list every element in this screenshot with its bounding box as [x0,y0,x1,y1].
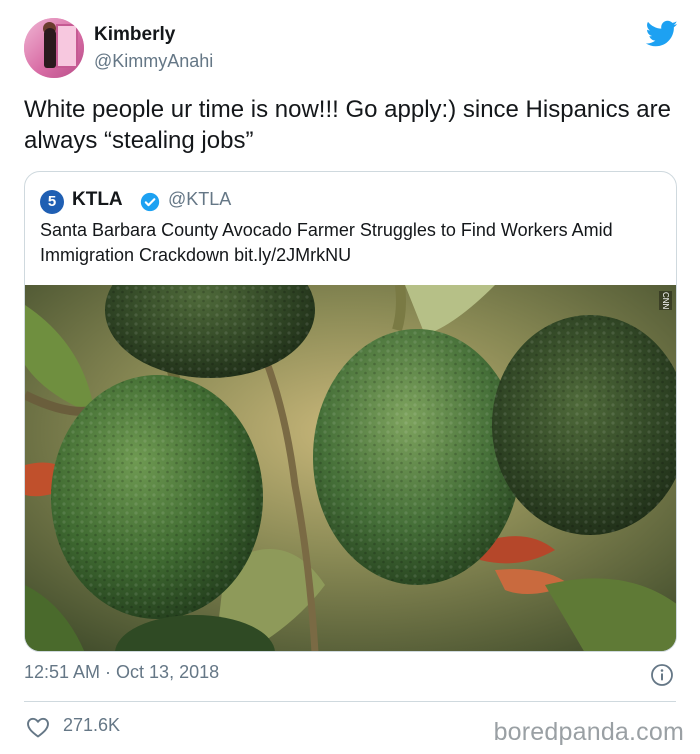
verified-badge-icon [140,192,160,212]
tweet-card: Kimberly @KimmyAnahi White people ur tim… [0,0,700,754]
quoted-tweet-text: Santa Barbara County Avocado Farmer Stru… [40,220,613,265]
avatar[interactable] [24,18,84,78]
tweet-timestamp[interactable]: 12:51 AM · Oct 13, 2018 [24,662,219,683]
info-icon[interactable] [650,663,674,687]
quoted-tweet-header: 5 KTLA @KTLA [40,188,640,214]
like-count[interactable]: 271.6K [63,715,120,736]
watermark: boredpanda.com [493,718,684,746]
divider [24,701,676,702]
quoted-author-handle: @KTLA [168,189,232,209]
author-handle[interactable]: @KimmyAnahi [94,51,213,72]
quoted-tweet[interactable]: 5 KTLA @KTLA Santa Barbara County Avocad… [24,171,677,652]
tweet-header: Kimberly @KimmyAnahi [24,18,684,80]
quoted-author-name: KTLA [72,189,123,210]
twitter-bird-icon[interactable] [646,20,678,48]
ktla-logo-icon: 5 [40,190,64,214]
heart-icon[interactable] [26,716,50,738]
tweet-text: White people ur time is now!!! Go apply:… [24,96,671,154]
image-source-tag: CNN [659,291,672,311]
avocado-photo[interactable]: CNN [25,285,676,651]
author-name[interactable]: Kimberly [94,24,175,46]
